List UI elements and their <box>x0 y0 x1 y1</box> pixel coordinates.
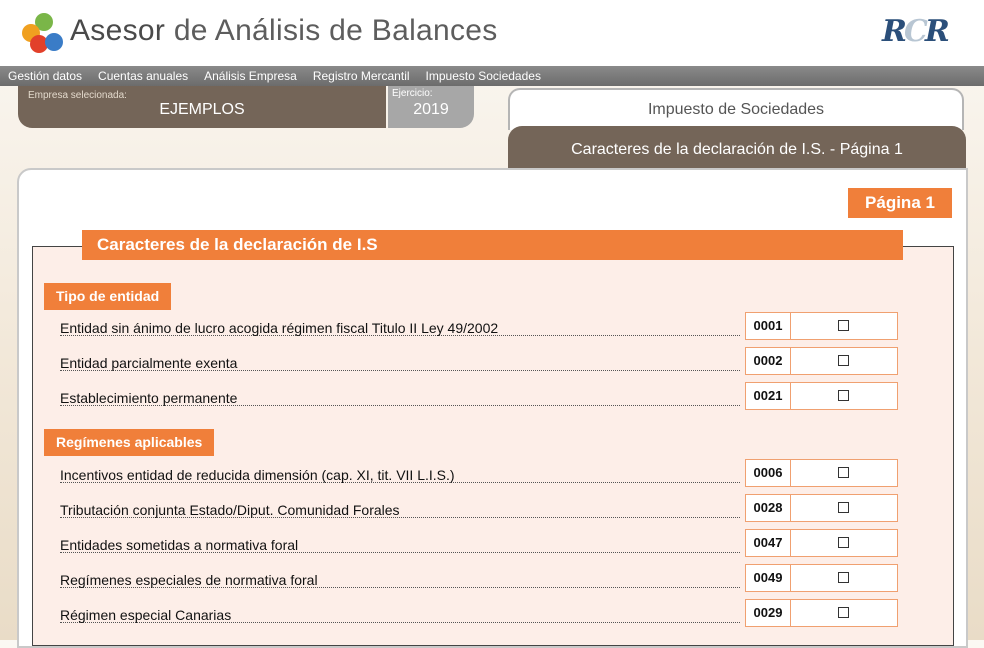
checkbox-0021[interactable] <box>838 390 849 401</box>
tab-caracteres-declaracion-label: Caracteres de la declaración de I.S. - P… <box>571 141 903 158</box>
company-label: Empresa selecionada: <box>28 90 127 101</box>
menu-item-analisis-empresa[interactable]: Análisis Empresa <box>196 66 305 86</box>
field-code-0047: 0047 <box>746 530 791 556</box>
field-0021: 0021 <box>745 382 898 410</box>
menu-item-gestion-datos[interactable]: Gestión datos <box>0 66 90 86</box>
field-0002: 0002 <box>745 347 898 375</box>
selected-company: Empresa selecionada: EJEMPLOS <box>18 86 386 128</box>
exercise-label: Ejercicio: <box>392 88 433 99</box>
row-label-0029: Régimen especial Canarias <box>60 600 740 623</box>
field-code-0001: 0001 <box>746 313 791 339</box>
section-tipo-entidad: Tipo de entidad <box>44 283 172 310</box>
field-0028: 0028 <box>745 494 898 522</box>
field-code-0021: 0021 <box>746 383 791 409</box>
form-title: Caracteres de la declaración de I.S <box>82 230 903 260</box>
field-code-0028: 0028 <box>746 495 791 521</box>
section-regimenes-aplicables: Regímenes aplicables <box>44 429 215 456</box>
app-logo-icon <box>22 13 66 55</box>
row-label-0002: Entidad parcialmente exenta <box>60 348 740 371</box>
exercise-year: Ejercicio: 2019 <box>388 86 474 128</box>
brand-logo: RCR <box>882 14 950 49</box>
row-label-0047: Entidades sometidas a normativa foral <box>60 530 740 553</box>
checkbox-0006[interactable] <box>838 467 849 478</box>
checkbox-0047[interactable] <box>838 537 849 548</box>
field-0029: 0029 <box>745 599 898 627</box>
field-code-0049: 0049 <box>746 565 791 591</box>
field-0049: 0049 <box>745 564 898 592</box>
tab-impuesto-sociedades[interactable]: Impuesto de Sociedades <box>508 88 964 130</box>
page-badge: Página 1 <box>848 188 952 218</box>
checkbox-0029[interactable] <box>838 607 849 618</box>
main-menu: Gestión datos Cuentas anuales Análisis E… <box>0 66 984 86</box>
checkbox-0002[interactable] <box>838 355 849 366</box>
company-value: EJEMPLOS <box>159 101 245 118</box>
field-code-0002: 0002 <box>746 348 791 374</box>
menu-item-registro-mercantil[interactable]: Registro Mercantil <box>305 66 418 86</box>
checkbox-0028[interactable] <box>838 502 849 513</box>
row-label-0006: Incentivos entidad de reducida dimensión… <box>60 460 740 483</box>
tab-impuesto-sociedades-label: Impuesto de Sociedades <box>647 101 825 118</box>
row-label-0028: Tributación conjunta Estado/Diput. Comun… <box>60 495 740 518</box>
field-0001: 0001 <box>745 312 898 340</box>
tab-caracteres-declaracion[interactable]: Caracteres de la declaración de I.S. - P… <box>508 126 966 170</box>
row-label-0001: Entidad sin ánimo de lucro acogida régim… <box>60 313 740 336</box>
field-code-0029: 0029 <box>746 600 791 626</box>
menu-item-cuentas-anuales[interactable]: Cuentas anuales <box>90 66 196 86</box>
field-0006: 0006 <box>745 459 898 487</box>
row-label-0049: Regímenes especiales de normativa foral <box>60 565 740 588</box>
row-label-0021: Establecimiento permanente <box>60 383 740 406</box>
field-0047: 0047 <box>745 529 898 557</box>
app-title: Asesor de Análisis de Balances <box>70 14 498 48</box>
field-code-0006: 0006 <box>746 460 791 486</box>
exercise-value: 2019 <box>413 101 449 118</box>
menu-item-impuesto-sociedades[interactable]: Impuesto Sociedades <box>418 66 549 86</box>
app-title-part2: de Análisis de Balances <box>173 14 498 47</box>
checkbox-0049[interactable] <box>838 572 849 583</box>
app-title-part1: Asesor <box>70 14 166 47</box>
app-header: Asesor de Análisis de Balances RCR <box>0 0 984 66</box>
checkbox-0001[interactable] <box>838 320 849 331</box>
